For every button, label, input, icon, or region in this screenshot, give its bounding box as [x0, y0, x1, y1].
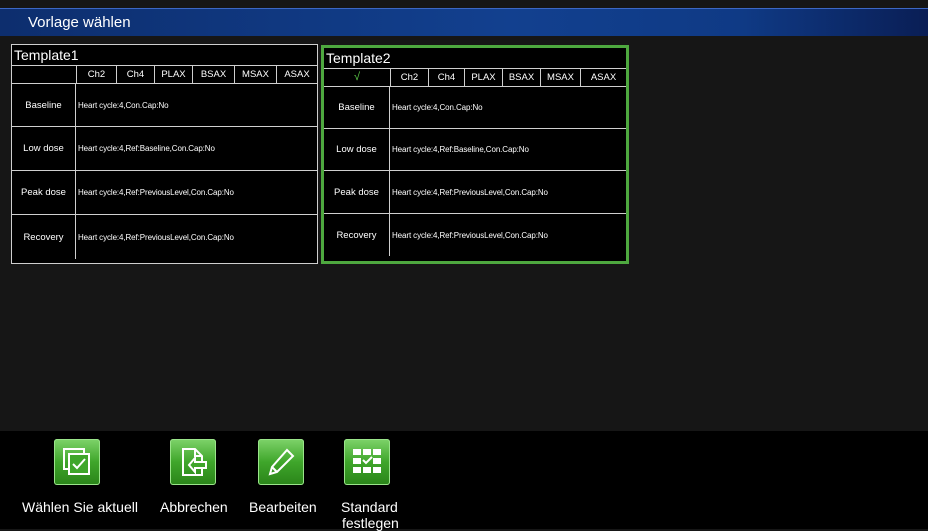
column-header: Ch2: [76, 66, 116, 83]
stage-row: Recovery Heart cycle:4,Ref:PreviousLevel…: [324, 214, 626, 256]
stage-row: Peak dose Heart cycle:4,Ref:PreviousLeve…: [12, 171, 317, 215]
title-bar: Vorlage wählen: [0, 8, 928, 36]
stage-label: Recovery: [12, 215, 76, 259]
stage-description: Heart cycle:4,Ref:PreviousLevel,Con.Cap:…: [392, 187, 548, 197]
stage-row: Baseline Heart cycle:4,Con.Cap:No: [324, 87, 626, 129]
column-header: Ch2: [390, 69, 428, 86]
stage-description: Heart cycle:4,Ref:PreviousLevel,Con.Cap:…: [78, 188, 234, 197]
select-current-icon: [63, 448, 90, 475]
window-title: Vorlage wählen: [28, 14, 131, 31]
stage-label: Baseline: [12, 84, 76, 126]
check-cell: [12, 66, 76, 83]
column-header: Ch4: [428, 69, 464, 86]
stage-label: Peak dose: [12, 171, 76, 214]
column-header: Ch4: [116, 66, 154, 83]
column-header: PLAX: [154, 66, 192, 83]
selected-check-icon: √: [353, 71, 361, 83]
stage-description: Heart cycle:4,Con.Cap:No: [78, 100, 169, 110]
column-header: ASAX: [580, 69, 626, 86]
stage-row: Peak dose Heart cycle:4,Ref:PreviousLeve…: [324, 171, 626, 214]
stage-description: Heart cycle:4,Con.Cap:No: [392, 103, 483, 112]
cancel-icon: [182, 448, 207, 476]
column-header: ASAX: [276, 66, 317, 83]
template-header-row: √ Ch2 Ch4 PLAX BSAX MSAX ASAX: [324, 69, 626, 87]
stage-label: Low dose: [324, 129, 390, 170]
cancel-button[interactable]: [170, 439, 216, 485]
grid-check-icon: [353, 449, 381, 473]
column-header: MSAX: [234, 66, 276, 83]
column-header: BSAX: [502, 69, 540, 86]
cancel-label[interactable]: Abbrechen: [160, 499, 228, 515]
stage-description: Heart cycle:4,Ref:Baseline,Con.Cap:No: [392, 145, 529, 154]
stage-description: Heart cycle:4,Ref:PreviousLevel,Con.Cap:…: [392, 230, 548, 240]
template-title: Template2: [324, 48, 626, 69]
stage-row: Baseline Heart cycle:4,Con.Cap:No: [12, 84, 317, 127]
pencil-icon: [268, 448, 295, 476]
edit-button[interactable]: [258, 439, 304, 485]
column-header: PLAX: [464, 69, 502, 86]
stage-label: Low dose: [12, 127, 76, 170]
stage-description: Heart cycle:4,Ref:Baseline,Con.Cap:No: [78, 144, 215, 153]
select-current-button[interactable]: [54, 439, 100, 485]
stage-row: Low dose Heart cycle:4,Ref:Baseline,Con.…: [12, 127, 317, 171]
template-header-row: Ch2 Ch4 PLAX BSAX MSAX ASAX: [12, 66, 317, 84]
stage-description: Heart cycle:4,Ref:PreviousLevel,Con.Cap:…: [78, 232, 234, 242]
stage-label: Recovery: [324, 214, 390, 256]
template-title: Template1: [12, 45, 317, 66]
stage-label: Baseline: [324, 87, 390, 128]
select-current-label[interactable]: Wählen Sie aktuell: [22, 499, 138, 515]
edit-label[interactable]: Bearbeiten: [249, 499, 317, 515]
column-header: MSAX: [540, 69, 580, 86]
column-header: BSAX: [192, 66, 234, 83]
stage-row: Recovery Heart cycle:4,Ref:PreviousLevel…: [12, 215, 317, 259]
stage-row: Low dose Heart cycle:4,Ref:Baseline,Con.…: [324, 129, 626, 171]
template-card-2[interactable]: Template2 √ Ch2 Ch4 PLAX BSAX MSAX ASAX …: [321, 45, 629, 264]
stage-label: Peak dose: [324, 171, 390, 213]
bottom-toolbar: [0, 431, 928, 529]
set-default-button[interactable]: [344, 439, 390, 485]
template-card-1[interactable]: Template1 Ch2 Ch4 PLAX BSAX MSAX ASAX Ba…: [11, 44, 318, 264]
set-default-label[interactable]: Standard: [341, 499, 398, 515]
